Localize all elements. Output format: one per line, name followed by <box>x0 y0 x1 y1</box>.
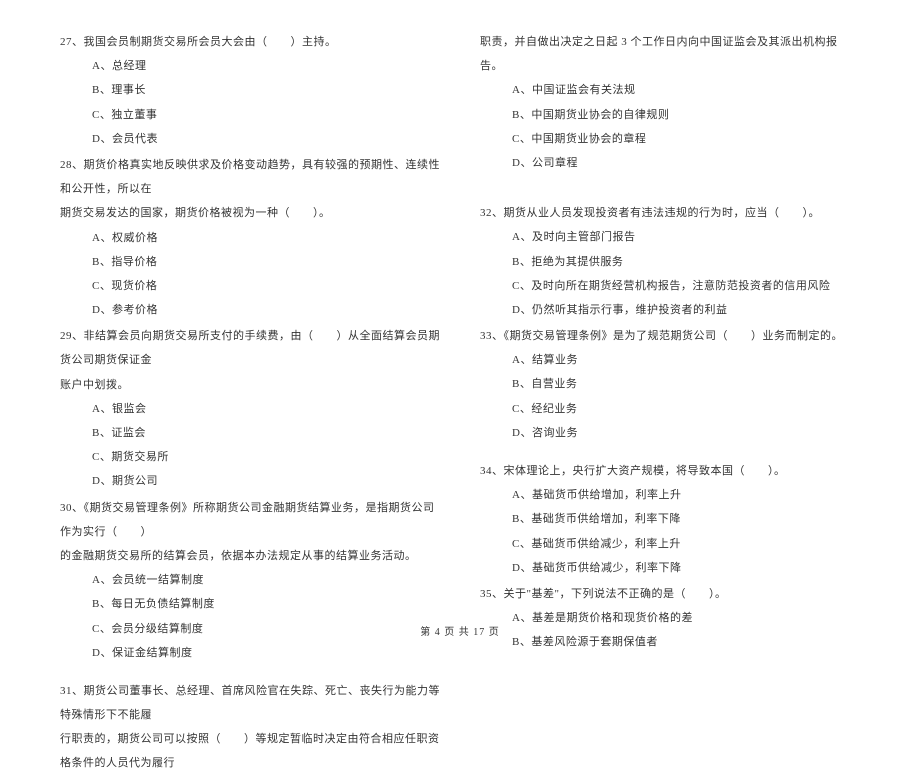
question-33: 33、《期货交易管理条例》是为了规范期货公司（ ）业务而制定的。 A、结算业务 … <box>480 324 860 445</box>
option-c: C、中国期货业协会的章程 <box>480 127 860 151</box>
spacer <box>60 667 440 679</box>
question-text-cont: 账户中划拨。 <box>60 373 440 397</box>
option-d: D、咨询业务 <box>480 421 860 445</box>
question-text: 28、期货价格真实地反映供求及价格变动趋势，具有较强的预期性、连续性和公开性，所… <box>60 153 440 201</box>
question-27: 27、我国会员制期货交易所会员大会由（ ）主持。 A、总经理 B、理事长 C、独… <box>60 30 440 151</box>
question-text: 30、《期货交易管理条例》所称期货公司金融期货结算业务，是指期货公司作为实行（ … <box>60 496 440 544</box>
question-text-cont: 的金融期货交易所的结算会员，依据本办法规定从事的结算业务活动。 <box>60 544 440 568</box>
question-text: 32、期货从业人员发现投资者有违法违规的行为时，应当（ ）。 <box>480 201 860 225</box>
option-b: B、理事长 <box>60 78 440 102</box>
question-text: 29、非结算会员向期货交易所支付的手续费，由（ ）从全面结算会员期货公司期货保证… <box>60 324 440 372</box>
option-c: C、基础货币供给减少，利率上升 <box>480 532 860 556</box>
option-d: D、会员代表 <box>60 127 440 151</box>
spacer <box>480 177 860 189</box>
option-a: A、及时向主管部门报告 <box>480 225 860 249</box>
option-d: D、仍然听其指示行事，维护投资者的利益 <box>480 298 860 322</box>
option-a: A、权威价格 <box>60 226 440 250</box>
option-b: B、自营业务 <box>480 372 860 396</box>
question-31: 31、期货公司董事长、总经理、首席风险官在失踪、死亡、丧失行为能力等特殊情形下不… <box>60 679 440 776</box>
question-text-cont: 行职责的，期货公司可以按照（ ）等规定暂临时决定由符合相应任职资格条件的人员代为… <box>60 727 440 775</box>
question-32: 32、期货从业人员发现投资者有违法违规的行为时，应当（ ）。 A、及时向主管部门… <box>480 201 860 322</box>
option-a: A、会员统一结算制度 <box>60 568 440 592</box>
page-footer: 第 4 页 共 17 页 <box>0 623 920 638</box>
option-d: D、保证金结算制度 <box>60 641 440 665</box>
option-b: B、指导价格 <box>60 250 440 274</box>
question-text-cont: 期货交易发达的国家，期货价格被视为一种（ ）。 <box>60 201 440 225</box>
option-d: D、期货公司 <box>60 469 440 493</box>
question-28: 28、期货价格真实地反映供求及价格变动趋势，具有较强的预期性、连续性和公开性，所… <box>60 153 440 322</box>
option-c: C、独立董事 <box>60 103 440 127</box>
question-34: 34、宋体理论上，央行扩大资产规模，将导致本国（ ）。 A、基础货币供给增加，利… <box>480 459 860 580</box>
option-c: C、现货价格 <box>60 274 440 298</box>
question-31-continued: 职责，并自做出决定之日起 3 个工作日内向中国证监会及其派出机构报告。 A、中国… <box>480 30 860 175</box>
question-text-cont: 职责，并自做出决定之日起 3 个工作日内向中国证监会及其派出机构报告。 <box>480 30 860 78</box>
right-column: 职责，并自做出决定之日起 3 个工作日内向中国证监会及其派出机构报告。 A、中国… <box>480 30 860 610</box>
option-b: B、拒绝为其提供服务 <box>480 250 860 274</box>
option-b: B、证监会 <box>60 421 440 445</box>
question-29: 29、非结算会员向期货交易所支付的手续费，由（ ）从全面结算会员期货公司期货保证… <box>60 324 440 493</box>
question-35: 35、关于"基差"，下列说法不正确的是（ ）。 A、基差是期货价格和现货价格的差… <box>480 582 860 655</box>
page-columns: 27、我国会员制期货交易所会员大会由（ ）主持。 A、总经理 B、理事长 C、独… <box>60 30 860 610</box>
spacer <box>480 447 860 459</box>
option-a: A、总经理 <box>60 54 440 78</box>
option-b: B、每日无负债结算制度 <box>60 592 440 616</box>
option-b: B、基础货币供给增加，利率下降 <box>480 507 860 531</box>
option-c: C、期货交易所 <box>60 445 440 469</box>
option-d: D、参考价格 <box>60 298 440 322</box>
question-text: 33、《期货交易管理条例》是为了规范期货公司（ ）业务而制定的。 <box>480 324 860 348</box>
option-a: A、基础货币供给增加，利率上升 <box>480 483 860 507</box>
option-d: D、公司章程 <box>480 151 860 175</box>
spacer <box>480 189 860 201</box>
option-a: A、中国证监会有关法规 <box>480 78 860 102</box>
question-text: 31、期货公司董事长、总经理、首席风险官在失踪、死亡、丧失行为能力等特殊情形下不… <box>60 679 440 727</box>
question-text: 34、宋体理论上，央行扩大资产规模，将导致本国（ ）。 <box>480 459 860 483</box>
question-30: 30、《期货交易管理条例》所称期货公司金融期货结算业务，是指期货公司作为实行（ … <box>60 496 440 665</box>
option-a: A、银监会 <box>60 397 440 421</box>
option-c: C、经纪业务 <box>480 397 860 421</box>
question-text: 27、我国会员制期货交易所会员大会由（ ）主持。 <box>60 30 440 54</box>
option-c: C、及时向所在期货经营机构报告，注意防范投资者的信用风险 <box>480 274 860 298</box>
option-d: D、基础货币供给减少，利率下降 <box>480 556 860 580</box>
question-text: 35、关于"基差"，下列说法不正确的是（ ）。 <box>480 582 860 606</box>
option-a: A、结算业务 <box>480 348 860 372</box>
option-b: B、中国期货业协会的自律规则 <box>480 103 860 127</box>
left-column: 27、我国会员制期货交易所会员大会由（ ）主持。 A、总经理 B、理事长 C、独… <box>60 30 440 610</box>
